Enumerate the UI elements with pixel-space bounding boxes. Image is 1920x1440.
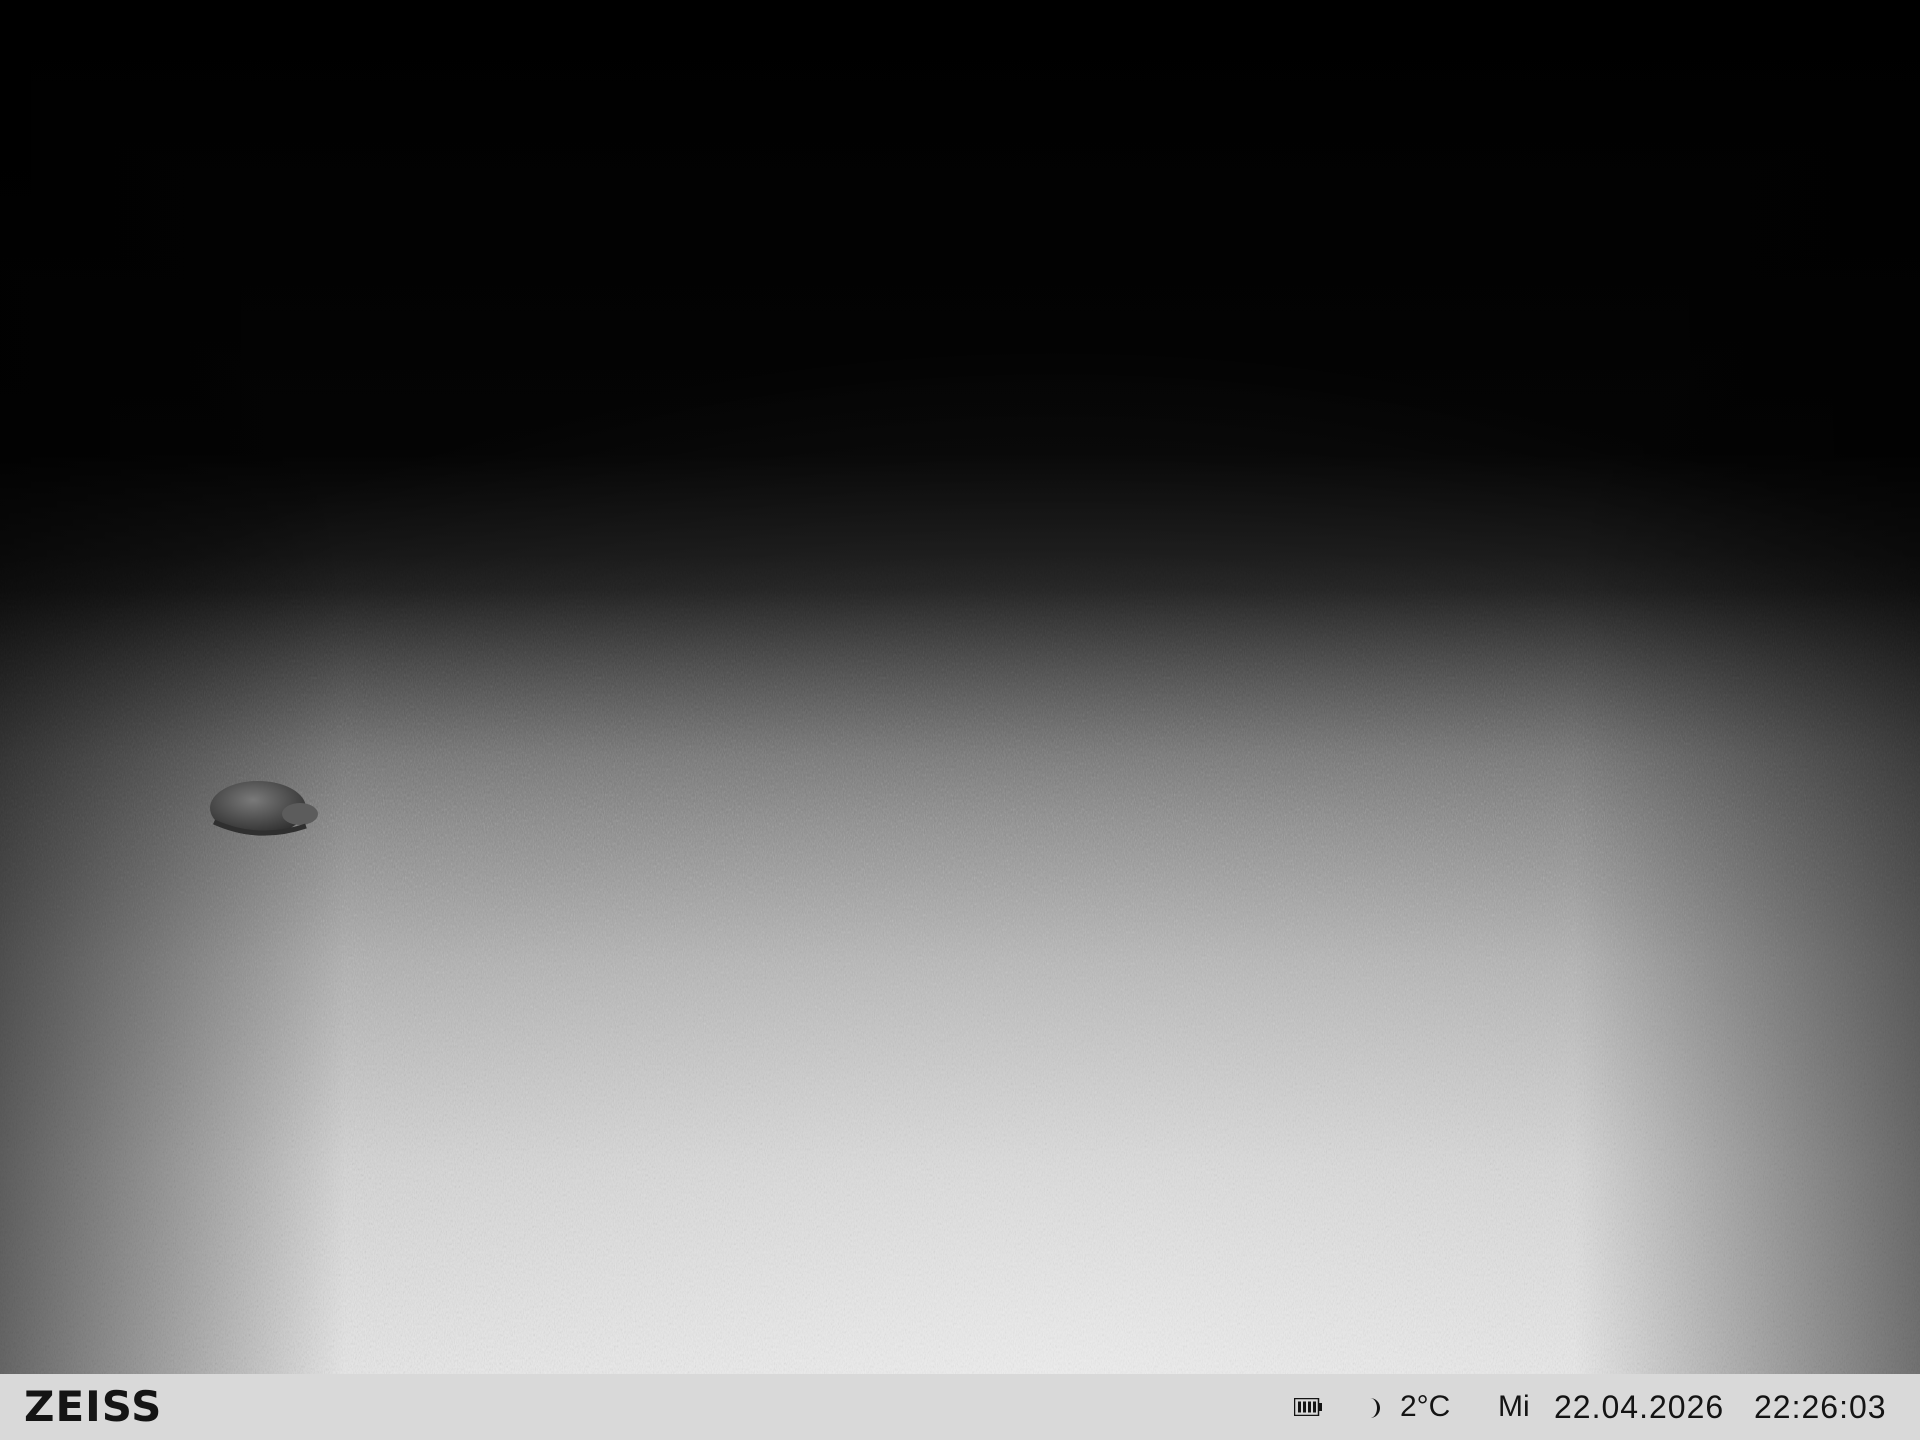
- camera-info-bar: ZEISS 2°C Mi 22.04.2026 22:26:03: [0, 1374, 1920, 1440]
- brand-logo: ZEISS: [24, 1382, 163, 1431]
- edge-vignette: [0, 0, 1920, 1374]
- battery-icon: [1294, 1398, 1322, 1416]
- date-stamp: 22.04.2026: [1554, 1389, 1725, 1425]
- temperature-readout: 2°C: [1400, 1390, 1451, 1423]
- time-stamp: 22:26:03: [1754, 1389, 1887, 1425]
- moon-phase-icon: [1370, 1398, 1380, 1418]
- night-field-photo: [0, 0, 1920, 1374]
- trail-camera-frame: ZEISS 2°C Mi 22.04.2026 22:26:03: [0, 0, 1920, 1440]
- weekday-label: Mi: [1498, 1390, 1530, 1423]
